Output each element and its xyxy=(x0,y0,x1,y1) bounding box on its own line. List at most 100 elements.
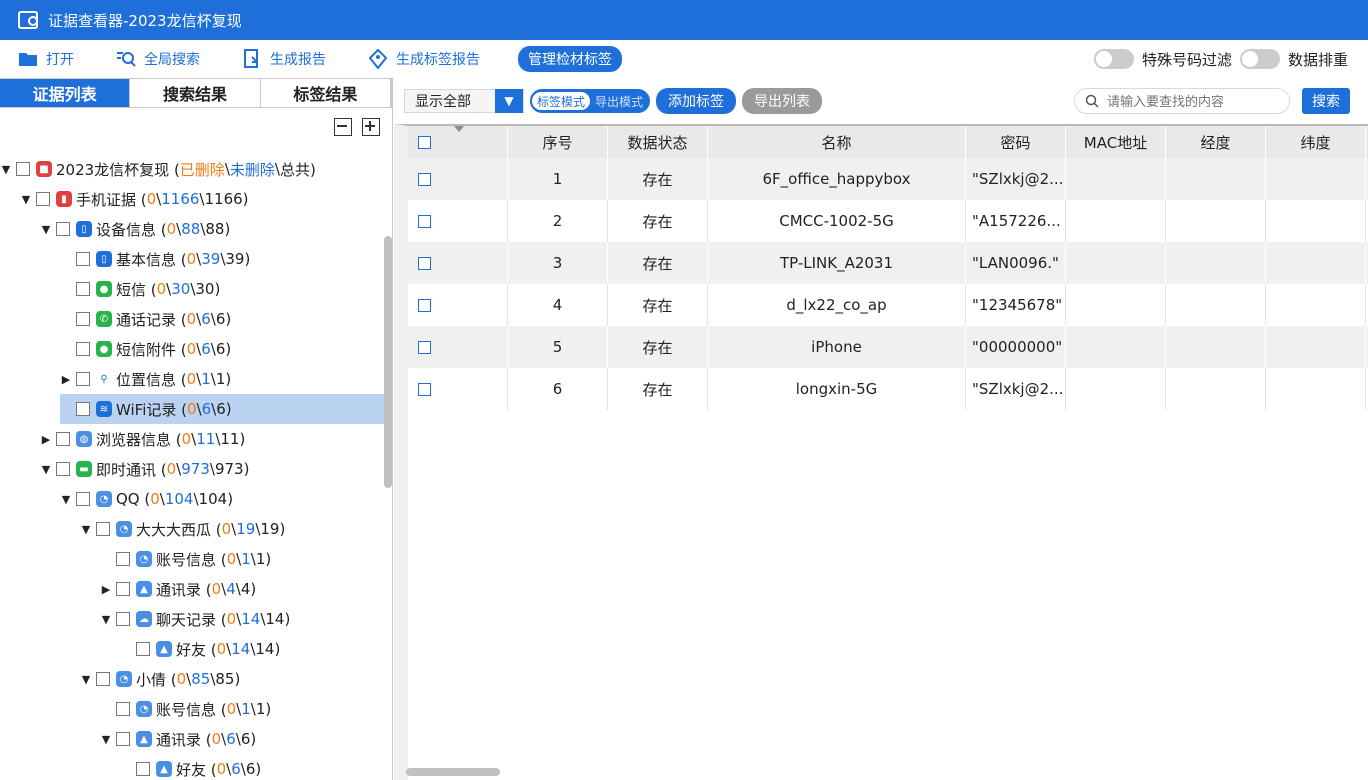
table-horizontal-scrollbar[interactable] xyxy=(406,768,500,776)
chevron-right-icon[interactable]: ▶ xyxy=(60,373,72,386)
table-row[interactable]: 2 存在 CMCC-1002-5G "A157226... xyxy=(408,200,1368,242)
tree-checkbox[interactable] xyxy=(76,282,90,296)
tree-checkbox[interactable] xyxy=(56,222,70,236)
count-deleted: 0 xyxy=(216,760,227,778)
tree-checkbox[interactable] xyxy=(76,312,90,326)
tree-node[interactable]: ▼ ▯ 设备信息 ( 0 \ 88 \ 88 ) xyxy=(40,214,231,244)
tree-node[interactable]: ▶ ◍ 浏览器信息 ( 0 \ 11 \ 11 ) xyxy=(40,424,246,454)
tag-mode-option[interactable]: 标签模式 xyxy=(532,92,591,110)
count-total: 4 xyxy=(240,580,251,598)
chevron-down-icon[interactable]: ▼ xyxy=(0,163,12,176)
col-header-mac[interactable]: MAC地址 xyxy=(1066,126,1166,158)
tree-node[interactable]: ▶ ⚲ 位置信息 ( 0 \ 1 \ 1 ) xyxy=(60,364,231,394)
expand-all-icon[interactable] xyxy=(362,118,380,136)
dedupe-toggle[interactable] xyxy=(1239,49,1280,69)
chevron-down-icon[interactable]: ▼ xyxy=(80,673,92,686)
row-checkbox-box[interactable] xyxy=(418,298,431,312)
tree-checkbox[interactable] xyxy=(16,162,30,176)
table-row[interactable]: 4 存在 d_lx22_co_ap "12345678" xyxy=(408,284,1368,326)
chevron-right-icon[interactable]: ▶ xyxy=(100,583,112,596)
chevron-down-icon[interactable]: ▼ xyxy=(40,463,52,476)
chevron-down-icon[interactable]: ▼ xyxy=(100,733,112,746)
export-list-button[interactable]: 导出列表 xyxy=(742,88,823,114)
tree-node[interactable]: ● 短信附件 ( 0 \ 6 \ 6 ) xyxy=(60,334,231,364)
row-checkbox-box[interactable] xyxy=(418,256,431,270)
tree-checkbox[interactable] xyxy=(76,492,90,506)
col-header-longitude[interactable]: 经度 xyxy=(1166,126,1266,158)
add-tag-button[interactable]: 添加标签 xyxy=(656,88,737,114)
tab-tag-results[interactable]: 标签结果 xyxy=(261,79,391,107)
tree-node[interactable]: ✆ 通话记录 ( 0 \ 6 \ 6 ) xyxy=(60,304,231,334)
tree-node[interactable]: ▶ ▲ 通讯录 ( 0 \ 4 \ 4 ) xyxy=(100,574,256,604)
chevron-down-icon[interactable]: ▼ xyxy=(100,613,112,626)
tab-evidence-list[interactable]: 证据列表 xyxy=(0,79,131,107)
special-number-filter-toggle[interactable] xyxy=(1093,49,1134,69)
tree-node[interactable]: ▼ ▲ 通讯录 ( 0 \ 6 \ 6 ) xyxy=(100,724,256,754)
tree-node[interactable]: ▼ ◔ 小倩 ( 0 \ 85 \ 85 ) xyxy=(80,664,241,694)
tree-checkbox[interactable] xyxy=(116,612,130,626)
tree-node-label: 好友 ( xyxy=(176,760,217,779)
row-checkbox-box[interactable] xyxy=(418,214,431,228)
open-button[interactable]: 打开 xyxy=(18,49,74,69)
mode-switch[interactable]: 标签模式 导出模式 xyxy=(530,89,651,113)
tree-checkbox[interactable] xyxy=(76,372,90,386)
col-header-no[interactable]: 序号 xyxy=(508,126,608,158)
row-checkbox-box[interactable] xyxy=(418,382,431,396)
col-header-name[interactable]: 名称 xyxy=(708,126,966,158)
table-row[interactable]: 3 存在 TP-LINK_A2031 "LAN0096." xyxy=(408,242,1368,284)
tree-node[interactable]: ◔ 账号信息 ( 0 \ 1 \ 1 ) xyxy=(100,694,271,724)
tree-node[interactable]: ▲ 好友 ( 0 \ 14 \ 14 ) xyxy=(120,634,280,664)
tree-checkbox[interactable] xyxy=(76,252,90,266)
tree-checkbox[interactable] xyxy=(116,552,130,566)
chevron-right-icon[interactable]: ▶ xyxy=(40,433,52,446)
tree-checkbox[interactable] xyxy=(76,402,90,416)
tree-checkbox[interactable] xyxy=(116,582,130,596)
tree-checkbox[interactable] xyxy=(116,702,130,716)
tree-checkbox[interactable] xyxy=(136,762,150,776)
tree-node[interactable]: ● 短信 ( 0 \ 30 \ 30 ) xyxy=(60,274,220,304)
tree-scrollbar[interactable] xyxy=(384,236,392,488)
chevron-down-icon[interactable]: ▼ xyxy=(80,523,92,536)
collapse-all-icon[interactable] xyxy=(334,118,352,136)
tree-checkbox[interactable] xyxy=(96,672,110,686)
table-row[interactable]: 5 存在 iPhone "00000000" xyxy=(408,326,1368,368)
chevron-down-icon[interactable]: ▼ xyxy=(40,223,52,236)
tree-checkbox[interactable] xyxy=(56,462,70,476)
generate-report-button[interactable]: 生成报告 xyxy=(242,49,326,69)
tree-node[interactable]: ▼ ◔ QQ ( 0 \ 104 \ 104 ) xyxy=(60,484,233,514)
tree-checkbox[interactable] xyxy=(56,432,70,446)
tree-checkbox[interactable] xyxy=(36,192,50,206)
col-header-latitude[interactable]: 纬度 xyxy=(1266,126,1366,158)
row-checkbox-box[interactable] xyxy=(418,340,431,354)
tree-checkbox[interactable] xyxy=(136,642,150,656)
table-row[interactable]: 6 存在 longxin-5G "SZlxkj@2... xyxy=(408,368,1368,410)
col-header-status[interactable]: 数据状态 xyxy=(608,126,708,158)
search-button[interactable]: 搜索 xyxy=(1302,88,1350,114)
tree-node[interactable]: ◔ 账号信息 ( 0 \ 1 \ 1 ) xyxy=(100,544,271,574)
search-input[interactable] xyxy=(1107,93,1277,109)
tree-checkbox[interactable] xyxy=(116,732,130,746)
tab-search-results[interactable]: 搜索结果 xyxy=(130,79,261,107)
export-mode-option[interactable]: 导出模式 xyxy=(590,92,648,110)
global-search-button[interactable]: 全局搜索 xyxy=(116,49,200,69)
tree-checkbox[interactable] xyxy=(96,522,110,536)
chevron-down-icon[interactable]: ▼ xyxy=(495,89,523,113)
tree-node[interactable]: ▼ ☁ 聊天记录 ( 0 \ 14 \ 14 ) xyxy=(100,604,291,634)
row-checkbox-box[interactable] xyxy=(418,172,431,186)
select-all-checkbox[interactable] xyxy=(418,135,431,149)
tree-node[interactable]: ≋ WiFi记录 ( 0 \ 6 \ 6 ) xyxy=(60,394,384,424)
tree-node[interactable]: ▲ 好友 ( 0 \ 6 \ 6 ) xyxy=(120,754,261,780)
tree-node[interactable]: ▯ 基本信息 ( 0 \ 39 \ 39 ) xyxy=(60,244,250,274)
generate-tag-report-button[interactable]: 生成标签报告 xyxy=(368,49,480,69)
tree-node[interactable]: ▼ ■ 2023龙信杯复现 ( 已删除 \ 未删除 \ 总共) xyxy=(0,154,316,184)
chevron-down-icon[interactable]: ▼ xyxy=(60,493,72,506)
col-header-password[interactable]: 密码 xyxy=(966,126,1066,158)
tree-checkbox[interactable] xyxy=(76,342,90,356)
tree-node[interactable]: ▼ ▮ 手机证据 ( 0 \ 1166 \ 1166 ) xyxy=(20,184,249,214)
tree-node[interactable]: ▼ ◔ 大大大西瓜 ( 0 \ 19 \ 19 ) xyxy=(80,514,286,544)
display-filter-select[interactable]: 显示全部 ▼ xyxy=(404,89,524,113)
manage-tags-button[interactable]: 管理检材标签 xyxy=(518,46,622,72)
tree-node[interactable]: ▼ ▬ 即时通讯 ( 0 \ 973 \ 973 ) xyxy=(40,454,250,484)
table-row[interactable]: 1 存在 6F_office_happybox "SZlxkj@2... xyxy=(408,158,1368,200)
chevron-down-icon[interactable]: ▼ xyxy=(20,193,32,206)
